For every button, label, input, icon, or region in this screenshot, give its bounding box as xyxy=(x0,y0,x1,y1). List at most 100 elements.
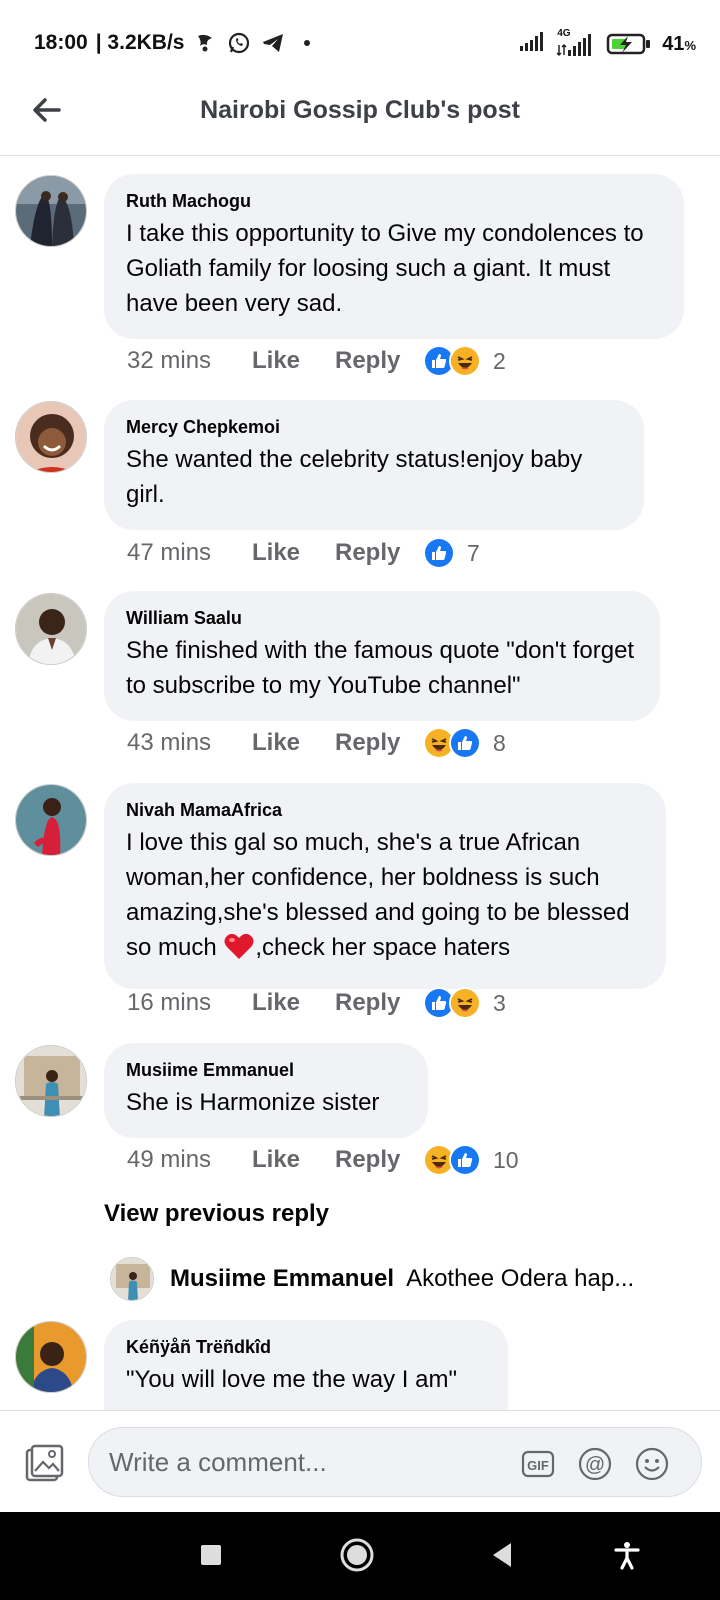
reply-button[interactable]: Reply xyxy=(335,729,423,757)
comment-meta: 16 mins Like Reply 3 xyxy=(127,983,506,1023)
gif-icon[interactable]: GIF xyxy=(521,1447,555,1481)
comment-bubble[interactable]: Ruth Machogu I take this opportunity to … xyxy=(104,174,684,339)
comment-bubble[interactable]: Mercy Chepkemoi She wanted the celebrity… xyxy=(104,400,644,530)
battery-level: 41% xyxy=(662,33,696,56)
comment-text: She is Harmonize sister xyxy=(126,1089,380,1116)
comment-author[interactable]: William Saalu xyxy=(126,607,638,629)
comment-bubble[interactable]: Nivah MamaAfrica I love this gal so much… xyxy=(104,783,666,989)
reply-author[interactable]: Musiime Emmanuel xyxy=(170,1265,394,1293)
status-bar: 18:00 | 3.2KB/s 4G 41% xyxy=(0,0,720,84)
comment-composer: Write a comment... GIF @ xyxy=(0,1410,720,1512)
reply-button[interactable]: Reply xyxy=(335,1146,423,1174)
square-icon xyxy=(199,1543,223,1572)
battery-charging-icon xyxy=(606,32,652,56)
reply-text: Akothee Odera hap... xyxy=(406,1265,635,1292)
status-left: 18:00 | 3.2KB/s xyxy=(34,30,320,56)
system-nav-bar xyxy=(0,1512,720,1600)
status-right: 4G 41% xyxy=(518,28,696,58)
comment-author[interactable]: Nivah MamaAfrica xyxy=(126,799,644,821)
comment-author[interactable]: Kéñÿåñ Trëñdkîd xyxy=(126,1336,486,1358)
comment-text: She finished with the famous quote "don'… xyxy=(126,637,635,699)
home-circle-icon xyxy=(339,1537,375,1578)
like-reaction-icon xyxy=(423,537,455,569)
reaction-count: 10 xyxy=(493,1146,519,1173)
battery-unit: % xyxy=(684,37,696,53)
reply-button[interactable]: Reply xyxy=(335,347,423,375)
comment-author[interactable]: Musiime Emmanuel xyxy=(126,1059,406,1081)
recents-button[interactable] xyxy=(194,1540,228,1574)
comment-time[interactable]: 16 mins xyxy=(127,989,252,1017)
accessibility-button[interactable] xyxy=(610,1540,644,1574)
like-button[interactable]: Like xyxy=(252,989,335,1017)
avatar[interactable] xyxy=(15,175,87,247)
emoji-icon[interactable] xyxy=(635,1447,669,1481)
comment-text: I love this gal so much, she's a true Af… xyxy=(126,825,644,971)
comment-text: "You will love me the way I am" xyxy=(126,1366,457,1393)
comment-bubble[interactable]: Musiime Emmanuel She is Harmonize sister xyxy=(104,1043,428,1138)
whatsapp-icon xyxy=(226,30,252,56)
comment-author[interactable]: Mercy Chepkemoi xyxy=(126,416,622,438)
like-button[interactable]: Like xyxy=(252,347,335,375)
reaction-summary[interactable]: 3 xyxy=(423,987,506,1019)
dot-icon xyxy=(294,30,320,56)
reaction-count: 8 xyxy=(493,729,506,756)
reaction-count: 7 xyxy=(467,539,480,566)
comment-bubble[interactable]: Kéñÿåñ Trëñdkîd "You will love me the wa… xyxy=(104,1320,508,1410)
mention-icon[interactable]: @ xyxy=(578,1447,612,1481)
comments-list: Ruth Machogu I take this opportunity to … xyxy=(0,157,720,1410)
comment-time[interactable]: 32 mins xyxy=(127,347,252,375)
comment-input[interactable]: Write a comment... GIF @ xyxy=(88,1427,702,1497)
mystery-app-icon xyxy=(192,30,218,56)
photo-button[interactable] xyxy=(24,1443,64,1483)
avatar[interactable] xyxy=(15,784,87,856)
reply-button[interactable]: Reply xyxy=(335,539,423,567)
comment-meta: 32 mins Like Reply 2 xyxy=(127,341,506,381)
signal-4g-icon: 4G xyxy=(556,28,596,57)
like-reaction-icon xyxy=(449,1144,481,1176)
avatar[interactable] xyxy=(15,1321,87,1393)
avatar[interactable] xyxy=(110,1257,154,1301)
like-button[interactable]: Like xyxy=(252,539,335,567)
like-reaction-icon xyxy=(449,727,481,759)
haha-reaction-icon xyxy=(449,345,481,377)
battery-value: 41 xyxy=(662,32,685,55)
top-bar: Nairobi Gossip Club's post xyxy=(0,84,720,156)
status-time: 18:00 xyxy=(34,31,88,54)
svg-text:GIF: GIF xyxy=(527,1458,549,1473)
like-button[interactable]: Like xyxy=(252,729,335,757)
accessibility-icon xyxy=(612,1540,642,1575)
view-previous-reply-link[interactable]: View previous reply xyxy=(104,1200,329,1228)
comment-text: She wanted the celebrity status!enjoy ba… xyxy=(126,446,583,508)
page-title: Nairobi Gossip Club's post xyxy=(200,96,520,124)
red-heart-icon xyxy=(223,931,255,971)
status-speed: | 3.2KB/s xyxy=(95,31,185,54)
comment-author[interactable]: Ruth Machogu xyxy=(126,190,662,212)
comment-bubble[interactable]: William Saalu She finished with the famo… xyxy=(104,591,660,721)
signal-icon xyxy=(518,30,546,58)
reaction-summary[interactable]: 2 xyxy=(423,345,506,377)
like-button[interactable]: Like xyxy=(252,1146,335,1174)
comment-text-part: ,check her space haters xyxy=(255,934,511,961)
comment-time[interactable]: 43 mins xyxy=(127,729,252,757)
comment-time[interactable]: 47 mins xyxy=(127,539,252,567)
back-nav-button[interactable] xyxy=(485,1540,519,1574)
avatar[interactable] xyxy=(15,401,87,473)
reply-preview[interactable]: Musiime Emmanuel Akothee Odera hap... xyxy=(110,1255,634,1303)
svg-text:@: @ xyxy=(585,1454,605,1476)
network-type: 4G xyxy=(557,28,571,39)
telegram-icon xyxy=(260,30,286,56)
comment-meta: 49 mins Like Reply 10 xyxy=(127,1140,519,1180)
triangle-back-icon xyxy=(489,1541,515,1574)
reaction-summary[interactable]: 10 xyxy=(423,1144,519,1176)
comment-text: I take this opportunity to Give my condo… xyxy=(126,220,644,317)
avatar[interactable] xyxy=(15,593,87,665)
reply-button[interactable]: Reply xyxy=(335,989,423,1017)
avatar[interactable] xyxy=(15,1045,87,1117)
reaction-count: 3 xyxy=(493,989,506,1016)
reaction-summary[interactable]: 8 xyxy=(423,727,506,759)
home-button[interactable] xyxy=(337,1537,377,1577)
reaction-summary[interactable]: 7 xyxy=(423,537,480,569)
comment-input-placeholder: Write a comment... xyxy=(109,1447,327,1477)
comment-meta: 43 mins Like Reply 8 xyxy=(127,723,506,763)
comment-time[interactable]: 49 mins xyxy=(127,1146,252,1174)
